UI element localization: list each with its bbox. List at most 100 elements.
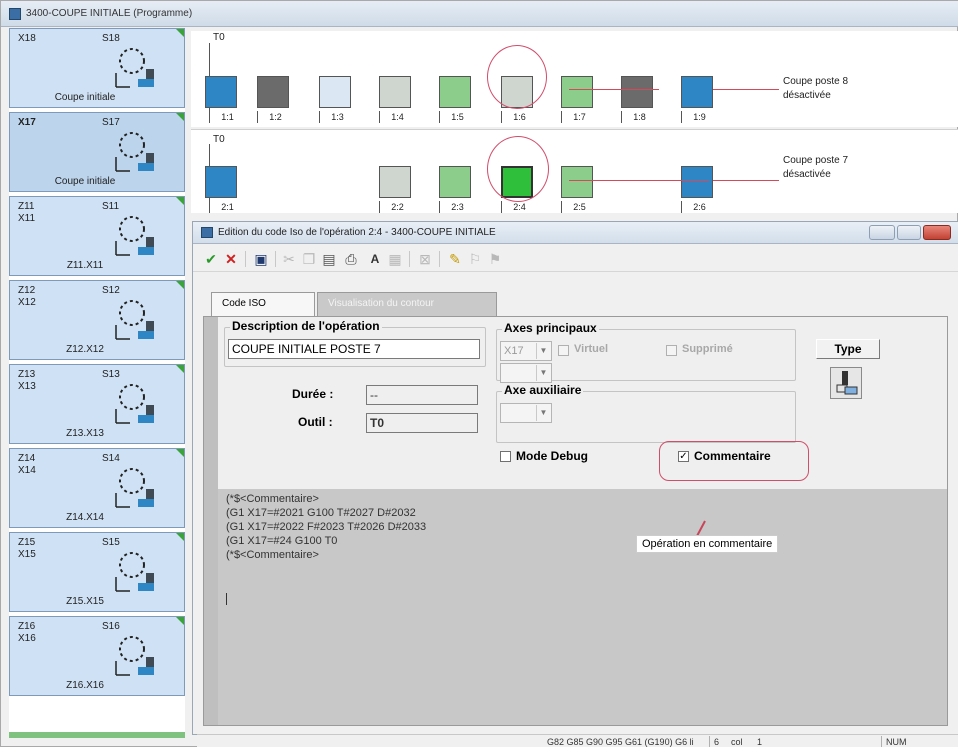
op-label: 1:8 [621,111,657,123]
operation-2-6[interactable] [681,166,713,198]
axis-select-2[interactable]: ▼ [500,363,552,383]
operation-type-icon[interactable] [830,367,862,399]
axis-card-z16[interactable]: Z16 X16 S16 Z16.X16 [9,616,185,696]
supprime-label: Supprimé [682,343,733,355]
operation-1-2[interactable] [257,76,289,108]
highlight-ring [659,441,809,481]
font-icon[interactable]: A [365,249,385,269]
op-label: 2:5 [561,201,597,213]
mode-debug-checkbox[interactable] [500,451,511,462]
axis-card-z11[interactable]: Z11 X11 S11 Z11.X11 [9,196,185,276]
axis-icon [115,552,154,592]
timeline-lane-1: T0 1:1 1:2 1:3 1:4 1:5 1:6 1:7 1:8 1:9 C… [191,31,958,127]
iso-code-editor[interactable]: (*$<Commentaire> (G1 X17=#2021 G100 T#20… [218,489,947,725]
operation-1-7[interactable] [561,76,593,108]
lane-t0-label: T0 [213,32,225,43]
save-icon[interactable]: ▣ [251,249,271,269]
disabled-link-line [569,89,659,90]
operation-2-5[interactable] [561,166,593,198]
find-next-icon[interactable]: ⚑ [485,249,505,269]
cancel-icon[interactable]: ✕ [221,249,241,269]
chevron-down-icon: ▼ [536,365,550,381]
operation-1-5[interactable] [439,76,471,108]
axis-name: Z13 [18,369,36,380]
toolbar-separator [275,251,276,267]
status-col-label: col [731,737,743,747]
operation-2-3[interactable] [439,166,471,198]
axis-card-z14[interactable]: Z14 X14 S14 Z14.X14 [9,448,185,528]
minimize-button[interactable] [869,225,895,240]
operation-1-3[interactable] [319,76,351,108]
status-col: 1 [757,737,763,747]
axis-name-2: X16 [18,633,36,644]
copy-icon[interactable]: ❐ [299,249,319,269]
paste-icon[interactable]: ▤ [319,249,339,269]
axis-caption: Z13.X13 [66,428,104,439]
duree-field: -- [366,385,478,405]
operation-1-9[interactable] [681,76,713,108]
note-pointer-line [713,89,779,90]
active-marker [176,533,184,541]
operation-1-8[interactable] [621,76,653,108]
lane-t0-label: T0 [213,134,225,145]
axis-caption: Z12.X12 [66,344,104,355]
validate-icon[interactable]: ✔ [201,249,221,269]
axis-select-value: X17 [504,345,524,357]
operation-2-2[interactable] [379,166,411,198]
virtuel-checkbox[interactable] [558,345,569,356]
active-marker [176,197,184,205]
window-titlebar: 3400-COUPE INITIALE (Programme) [1,1,958,27]
cut-icon[interactable]: ✂ [279,249,299,269]
code-line: (*$<Commentaire> [226,549,319,561]
tab-code-iso[interactable]: Code ISO [211,292,315,316]
status-bar: G82 G85 G90 G95 G61 (G190) G6 li 6 col 1… [197,734,958,747]
active-marker [176,365,184,373]
axis-card-x17[interactable]: X17 S17 Coupe initiale [9,112,185,192]
code-line: (G1 X17=#24 G100 T0 [226,535,338,547]
op-label: 1:2 [257,111,293,123]
type-button[interactable]: Type [816,339,880,359]
print-icon[interactable]: ⎙ [341,249,361,269]
note-text: Coupe poste 7 [783,155,849,166]
op-label: 1:1 [209,111,245,123]
axis-name-2: X15 [18,549,36,560]
select-all-icon[interactable]: ▦ [385,249,405,269]
note-pointer-line [713,180,779,181]
axis-select[interactable]: X17 ▼ [500,341,552,361]
active-marker [176,281,184,289]
operation-1-1[interactable] [205,76,237,108]
axis-icon [115,636,154,676]
axis-name: Z12 [18,285,36,296]
toolbar-separator [245,251,246,267]
app-icon [9,8,21,20]
active-marker [176,113,184,121]
window-title: 3400-COUPE INITIALE (Programme) [26,8,193,19]
axis-name: X17 [18,117,36,128]
tab-visualisation[interactable]: Visualisation du contour [317,292,497,316]
operation-2-1[interactable] [205,166,237,198]
description-input[interactable]: COUPE INITIALE POSTE 7 [228,339,480,359]
operation-1-4[interactable] [379,76,411,108]
dialog-titlebar: Edition du code Iso de l'opération 2:4 -… [193,222,958,244]
axis-card-z12[interactable]: Z12 X12 S12 Z12.X12 [9,280,185,360]
comment-icon[interactable]: ✎ [445,249,465,269]
axis-icon [115,384,154,424]
close-button[interactable] [923,225,951,240]
code-line: (*$<Commentaire> [226,493,319,505]
axis-name: Z16 [18,621,36,632]
aux-axis-select[interactable]: ▼ [500,403,552,423]
find-icon[interactable]: ⚐ [465,249,485,269]
axis-card-z13[interactable]: Z13 X13 S13 Z13.X13 [9,364,185,444]
axis-name: Z14 [18,453,36,464]
axis-caption: Coupe initiale [54,92,116,103]
maximize-button[interactable] [897,225,921,240]
op-label: 2:6 [681,201,717,213]
axis-card-z15[interactable]: Z15 X15 S15 Z15.X15 [9,532,185,612]
format-icon[interactable]: ⊠ [415,249,435,269]
axis-name-2: X12 [18,297,36,308]
toolbar-separator [409,251,410,267]
axis-card-x18[interactable]: X18 S18 Coupe initiale [9,28,185,108]
axis-icon [115,216,154,256]
axis-caption: Coupe initiale [54,176,116,187]
supprime-checkbox[interactable] [666,345,677,356]
